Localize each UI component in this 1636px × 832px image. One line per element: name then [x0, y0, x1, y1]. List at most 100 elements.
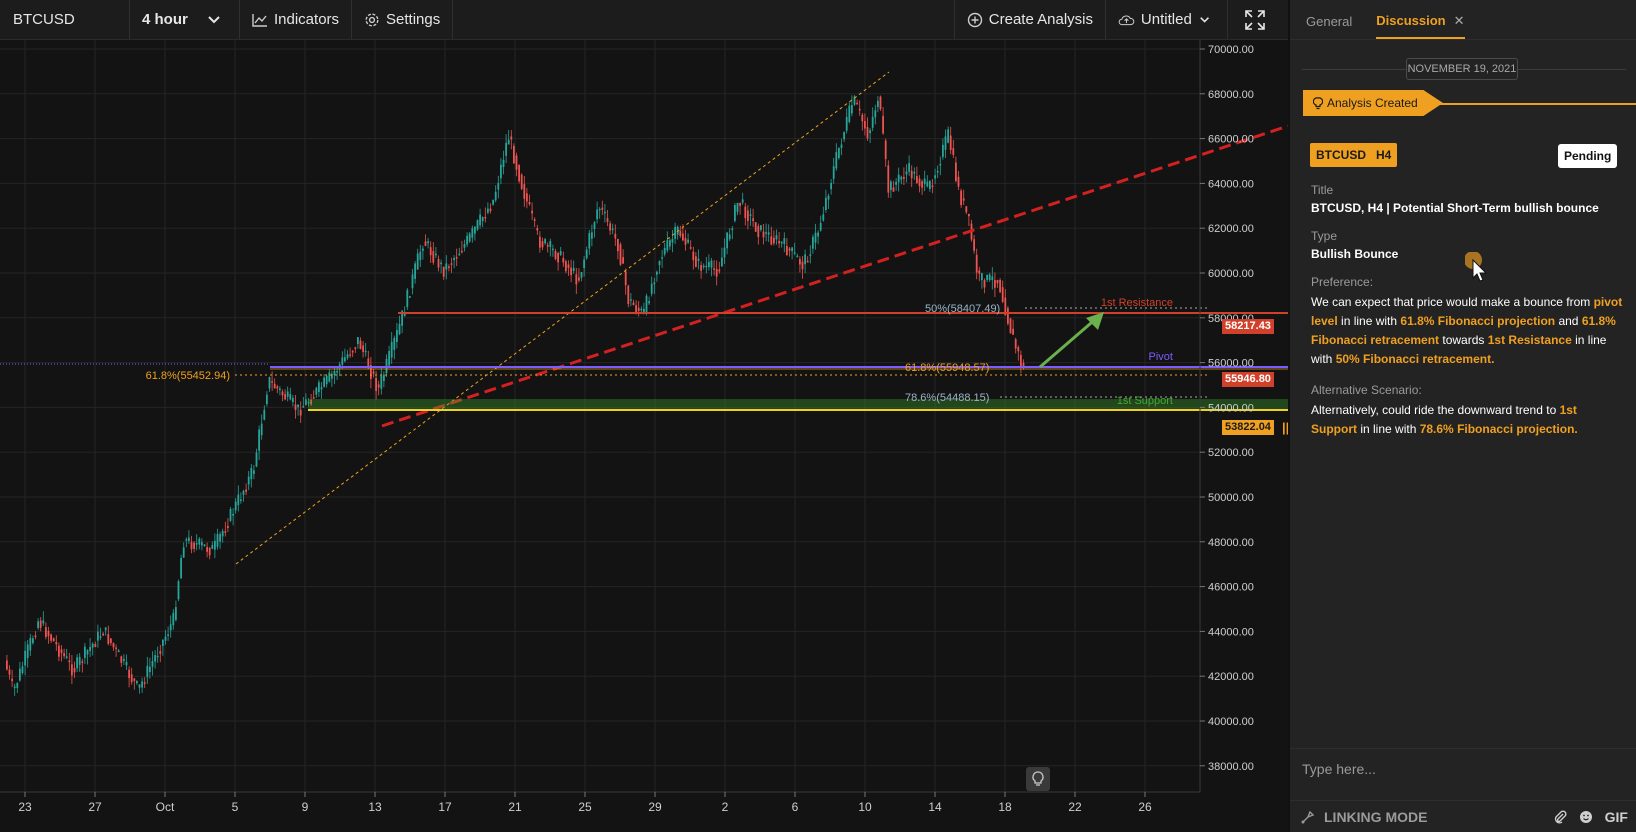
candle-body	[744, 206, 747, 219]
candle-body	[931, 185, 934, 188]
candle-body	[271, 381, 273, 383]
price-tick-label: 50000.00	[1208, 492, 1254, 504]
settings-button[interactable]: Settings	[352, 0, 454, 39]
linking-mode-label[interactable]: LINKING MODE	[1324, 809, 1541, 825]
candle-body	[115, 647, 117, 649]
candle-body	[198, 538, 201, 545]
candle-body	[47, 630, 50, 637]
candle-body	[318, 382, 320, 392]
candle-body	[975, 254, 978, 273]
candle-body	[216, 534, 219, 547]
indicators-label: Indicators	[274, 11, 340, 28]
candle-body	[897, 174, 900, 183]
date-tick-label: 27	[88, 800, 102, 814]
message-placeholder: Type here...	[1302, 761, 1376, 777]
candle-body	[900, 176, 903, 180]
candle-body	[117, 650, 120, 653]
candle-body	[227, 526, 229, 528]
fib-618-proj-label: 61.8%(55452.94)	[146, 370, 230, 382]
fullscreen-button[interactable]	[1228, 0, 1288, 39]
candle-body	[1020, 355, 1022, 367]
fib-50-label: 50%(58407.49)	[925, 303, 1000, 315]
interval-dropdown[interactable]: 4 hour	[130, 0, 240, 39]
tab-general[interactable]: General	[1306, 14, 1352, 39]
linking-mode-icon[interactable]	[1300, 809, 1316, 825]
chart-canvas[interactable]: 1st Resistance Pivot 1st Support 50%(584…	[0, 40, 1288, 832]
gif-button[interactable]: GIF	[1605, 809, 1628, 825]
gear-icon	[365, 12, 379, 27]
candle-body	[697, 258, 700, 261]
candle-body	[814, 232, 817, 243]
candle-body	[637, 307, 640, 312]
emoji-icon[interactable]	[1579, 810, 1593, 824]
analysis-panel: General Discussion ✕ NOVEMBER 19, 2021 An…	[1288, 0, 1636, 832]
candle-body	[276, 386, 279, 389]
candle-body	[747, 210, 749, 221]
candle-body	[151, 660, 154, 667]
candle-body	[955, 162, 957, 182]
candle-body	[978, 270, 981, 274]
candle-body	[622, 257, 624, 264]
candle-body	[349, 354, 351, 356]
candle-body	[983, 280, 986, 288]
candle-body	[728, 234, 731, 240]
create-analysis-button[interactable]: Create Analysis	[955, 0, 1106, 39]
candle-body	[107, 634, 110, 644]
price-chart[interactable]: 1st Resistance Pivot 1st Support 50%(584…	[0, 40, 1289, 832]
candle-body	[471, 228, 474, 238]
candle-body	[999, 280, 1001, 293]
projection-arrow	[1039, 315, 1099, 369]
tab-discussion[interactable]: Discussion ✕	[1376, 13, 1465, 39]
candle-body	[312, 397, 315, 399]
candle-body	[734, 205, 736, 221]
candle-body	[809, 254, 812, 256]
candle-body	[835, 152, 838, 169]
price-tick-label: 48000.00	[1208, 537, 1254, 549]
candle-body	[141, 681, 143, 688]
chevron-down-icon	[208, 15, 220, 23]
date-tick-label: 2	[722, 800, 729, 814]
candle-body	[297, 404, 299, 408]
candle-body	[260, 423, 263, 436]
candle-body	[424, 241, 427, 246]
candle-body	[757, 226, 760, 237]
close-icon[interactable]: ✕	[1454, 13, 1465, 28]
candle-body	[879, 96, 882, 110]
support-label: 1st Support	[1117, 395, 1173, 407]
date-axis[interactable]: 23 27 Oct 5 9 13 17 21 25 29 2 6 10 14 18 22 26	[0, 791, 1200, 814]
candle-body	[718, 269, 721, 272]
price-tick-label: 46000.00	[1208, 582, 1254, 594]
message-input[interactable]: Type here...	[1290, 748, 1636, 788]
candle-body	[921, 181, 923, 188]
plus-circle-icon	[967, 12, 982, 27]
candle-body	[541, 241, 544, 248]
candle-body	[617, 239, 619, 252]
candle-body	[994, 280, 996, 288]
attachment-icon[interactable]	[1553, 809, 1567, 824]
candle-body	[292, 398, 294, 402]
candle-body	[796, 255, 799, 258]
candle-body	[146, 665, 149, 678]
symbol-selector[interactable]: BTCUSD	[0, 0, 130, 39]
lightbulb-icon	[1032, 771, 1044, 786]
candle-body	[175, 607, 177, 620]
candle-body	[84, 646, 86, 658]
candle-body	[843, 132, 845, 140]
indicators-button[interactable]: Indicators	[240, 0, 353, 39]
idea-button[interactable]	[1026, 767, 1050, 791]
candle-body	[143, 682, 146, 684]
candle-body	[952, 148, 955, 155]
candle-body	[341, 357, 344, 365]
price-tick-label: 42000.00	[1208, 671, 1254, 683]
candle-body	[929, 181, 931, 189]
price-tick-label: 44000.00	[1208, 626, 1254, 638]
trendline[interactable]	[381, 124, 1288, 428]
candle-body	[713, 268, 715, 270]
candle-body	[572, 267, 575, 271]
candle-body	[8, 669, 11, 675]
resistance-label: 1st Resistance	[1101, 297, 1173, 309]
candle-body	[39, 620, 42, 628]
candle-body	[299, 409, 302, 416]
layout-save-dropdown[interactable]: Untitled	[1106, 0, 1228, 39]
candle-body	[453, 258, 455, 261]
